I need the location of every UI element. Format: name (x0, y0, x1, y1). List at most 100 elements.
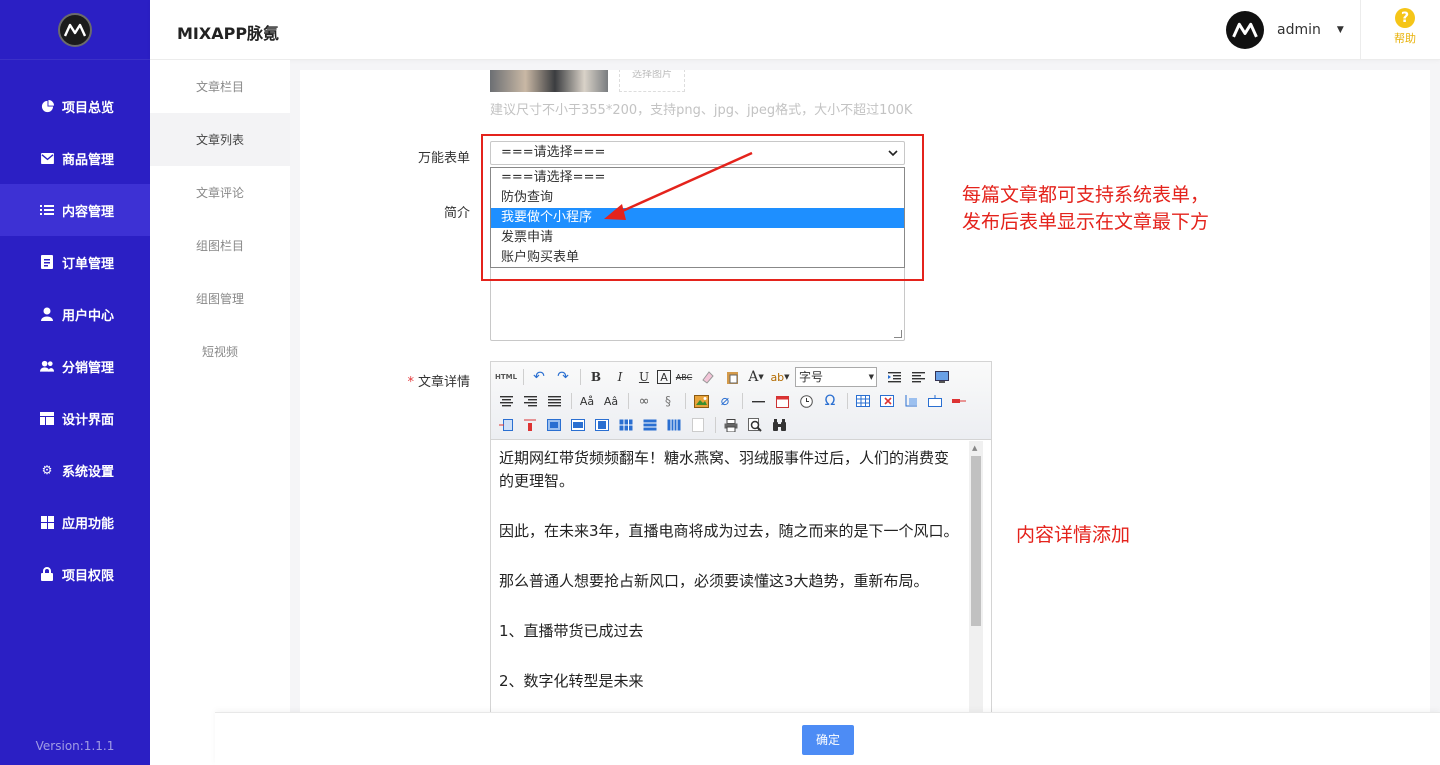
attachment-icon[interactable]: ⌀ (714, 391, 736, 411)
subnav-item-article-list[interactable]: 文章列表 (150, 113, 290, 166)
list-icon (40, 203, 54, 217)
date-icon[interactable] (771, 391, 793, 411)
font-size-select-value: 字号 (799, 370, 824, 384)
divider (571, 393, 572, 409)
divider (1360, 0, 1361, 60)
time-icon[interactable] (795, 391, 817, 411)
user-menu[interactable]: admin ▼ (1226, 10, 1344, 50)
indent-icon[interactable] (883, 367, 905, 387)
subnav-item-article-columns[interactable]: 文章栏目 (150, 60, 290, 113)
select-image-button[interactable]: 选择图片 (619, 70, 685, 92)
table-icon[interactable] (852, 391, 874, 411)
sidebar-item-overview[interactable]: 项目总览 (0, 80, 150, 132)
gear-icon: ⚙ (41, 463, 53, 477)
sidebar-item-users[interactable]: 用户中心 (0, 288, 150, 340)
divider (580, 369, 581, 385)
align-center-icon[interactable] (495, 391, 517, 411)
font-border-icon[interactable]: A (657, 370, 671, 384)
font-color-icon[interactable]: A ▼ (745, 367, 767, 387)
table-delete-icon[interactable] (876, 391, 898, 411)
font-size-select[interactable]: 字号 ▼ (795, 367, 877, 387)
horizontal-rule-icon[interactable] (747, 391, 769, 411)
table-split-cols-icon[interactable] (663, 415, 685, 435)
annotation-detail-note: 内容详情添加 (1016, 524, 1131, 546)
table-col-delete-icon[interactable] (519, 415, 541, 435)
image-icon[interactable] (690, 391, 712, 411)
divider (742, 393, 743, 409)
fullscreen-icon[interactable] (931, 367, 953, 387)
sidebar-item-design[interactable]: 设计界面 (0, 392, 150, 444)
print-icon[interactable] (720, 415, 742, 435)
sub-sidebar: 文章栏目 文章列表 文章评论 组图栏目 组图管理 短视频 (150, 60, 290, 765)
justify-icon[interactable] (543, 391, 565, 411)
help-icon: ? (1395, 8, 1415, 28)
main-sidebar: 项目总览 商品管理 内容管理 订单管理 用户中心 分销管理 设计界面 ⚙ 系统设 (0, 0, 150, 765)
redo-icon[interactable]: ↷ (552, 367, 574, 387)
sidebar-item-content[interactable]: 内容管理 (0, 184, 150, 236)
subnav-item-short-video[interactable]: 短视频 (150, 325, 290, 378)
align-left-icon[interactable] (907, 367, 929, 387)
preview-icon[interactable] (744, 415, 766, 435)
paste-icon[interactable] (721, 367, 743, 387)
envelope-icon (40, 151, 54, 165)
table-cell-icon[interactable] (900, 391, 922, 411)
username: admin (1277, 22, 1321, 38)
table-row-insert-icon[interactable] (924, 391, 946, 411)
table-split-cells-icon[interactable] (615, 415, 637, 435)
highlight-color-icon[interactable]: ab ▼ (769, 367, 791, 387)
confirm-button[interactable]: 确定 (802, 725, 854, 755)
chevron-down-icon: ▼ (868, 373, 874, 381)
unlink-icon[interactable]: § (657, 391, 679, 411)
rich-text-editor: HTML ↶ ↷ B I U A ABC A ▼ ab ▼ 字号 ▼ Aå Aâ… (490, 361, 992, 765)
annotation-line: 发布后表单显示在文章最下方 (962, 211, 1210, 233)
table-col-insert-icon[interactable] (495, 415, 517, 435)
sidebar-item-permissions[interactable]: 项目权限 (0, 548, 150, 600)
divider (715, 417, 716, 433)
help-button[interactable]: ? 帮助 (1390, 8, 1420, 46)
brand-logo[interactable] (58, 12, 92, 47)
sidebar-item-settings[interactable]: ⚙ 系统设置 (0, 444, 150, 496)
table-merge-down-icon[interactable] (591, 415, 613, 435)
italic-icon[interactable]: I (609, 367, 631, 387)
dropdown-option[interactable]: 发票申请 (491, 228, 904, 248)
bold-icon[interactable]: B (585, 367, 607, 387)
special-char-icon[interactable]: Ω (819, 391, 841, 411)
page-title: MIXAPP脉氪 (177, 24, 280, 43)
strikethrough-icon[interactable]: ABC (673, 367, 695, 387)
cover-image-thumbnail[interactable] (490, 70, 608, 92)
sidebar-item-apps[interactable]: 应用功能 (0, 496, 150, 548)
sidebar-item-orders[interactable]: 订单管理 (0, 236, 150, 288)
resize-handle-icon[interactable] (894, 330, 902, 338)
html-source-icon[interactable]: HTML (495, 367, 517, 387)
table-merge-icon[interactable] (543, 415, 565, 435)
table-split-rows-icon[interactable] (639, 415, 661, 435)
dropdown-option[interactable]: 账户购买表单 (491, 248, 904, 268)
search-replace-icon[interactable] (768, 415, 790, 435)
caret-down-icon: ▼ (1336, 25, 1344, 35)
sidebar-item-label: 系统设置 (62, 464, 115, 480)
font-size-up-icon[interactable]: Aå (576, 391, 598, 411)
link-icon[interactable]: ∞ (633, 391, 655, 411)
sidebar-item-products[interactable]: 商品管理 (0, 132, 150, 184)
subnav-item-gallery-management[interactable]: 组图管理 (150, 272, 290, 325)
table-row-delete-icon[interactable] (948, 391, 970, 411)
subnav-item-gallery-columns[interactable]: 组图栏目 (150, 219, 290, 272)
editor-paragraph: 2、数字化转型是未来 (499, 672, 644, 690)
divider (523, 369, 524, 385)
underline-icon[interactable]: U (633, 367, 655, 387)
undo-icon[interactable]: ↶ (528, 367, 550, 387)
sidebar-item-label: 设计界面 (62, 412, 115, 428)
blank-page-icon[interactable] (687, 415, 709, 435)
scroll-up-icon[interactable]: ▲ (972, 444, 977, 452)
layout-icon (40, 411, 54, 425)
table-merge-right-icon[interactable] (567, 415, 589, 435)
intro-label: 简介 (443, 206, 470, 221)
align-right-icon[interactable] (519, 391, 541, 411)
sidebar-item-distribution[interactable]: 分销管理 (0, 340, 150, 392)
eraser-icon[interactable] (697, 367, 719, 387)
toolbar-row (495, 413, 987, 437)
font-size-down-icon[interactable]: Aâ (600, 391, 622, 411)
scrollbar-thumb[interactable] (971, 456, 981, 626)
editor-toolbar: HTML ↶ ↷ B I U A ABC A ▼ ab ▼ 字号 ▼ Aå Aâ… (491, 362, 991, 440)
subnav-item-article-comments[interactable]: 文章评论 (150, 166, 290, 219)
